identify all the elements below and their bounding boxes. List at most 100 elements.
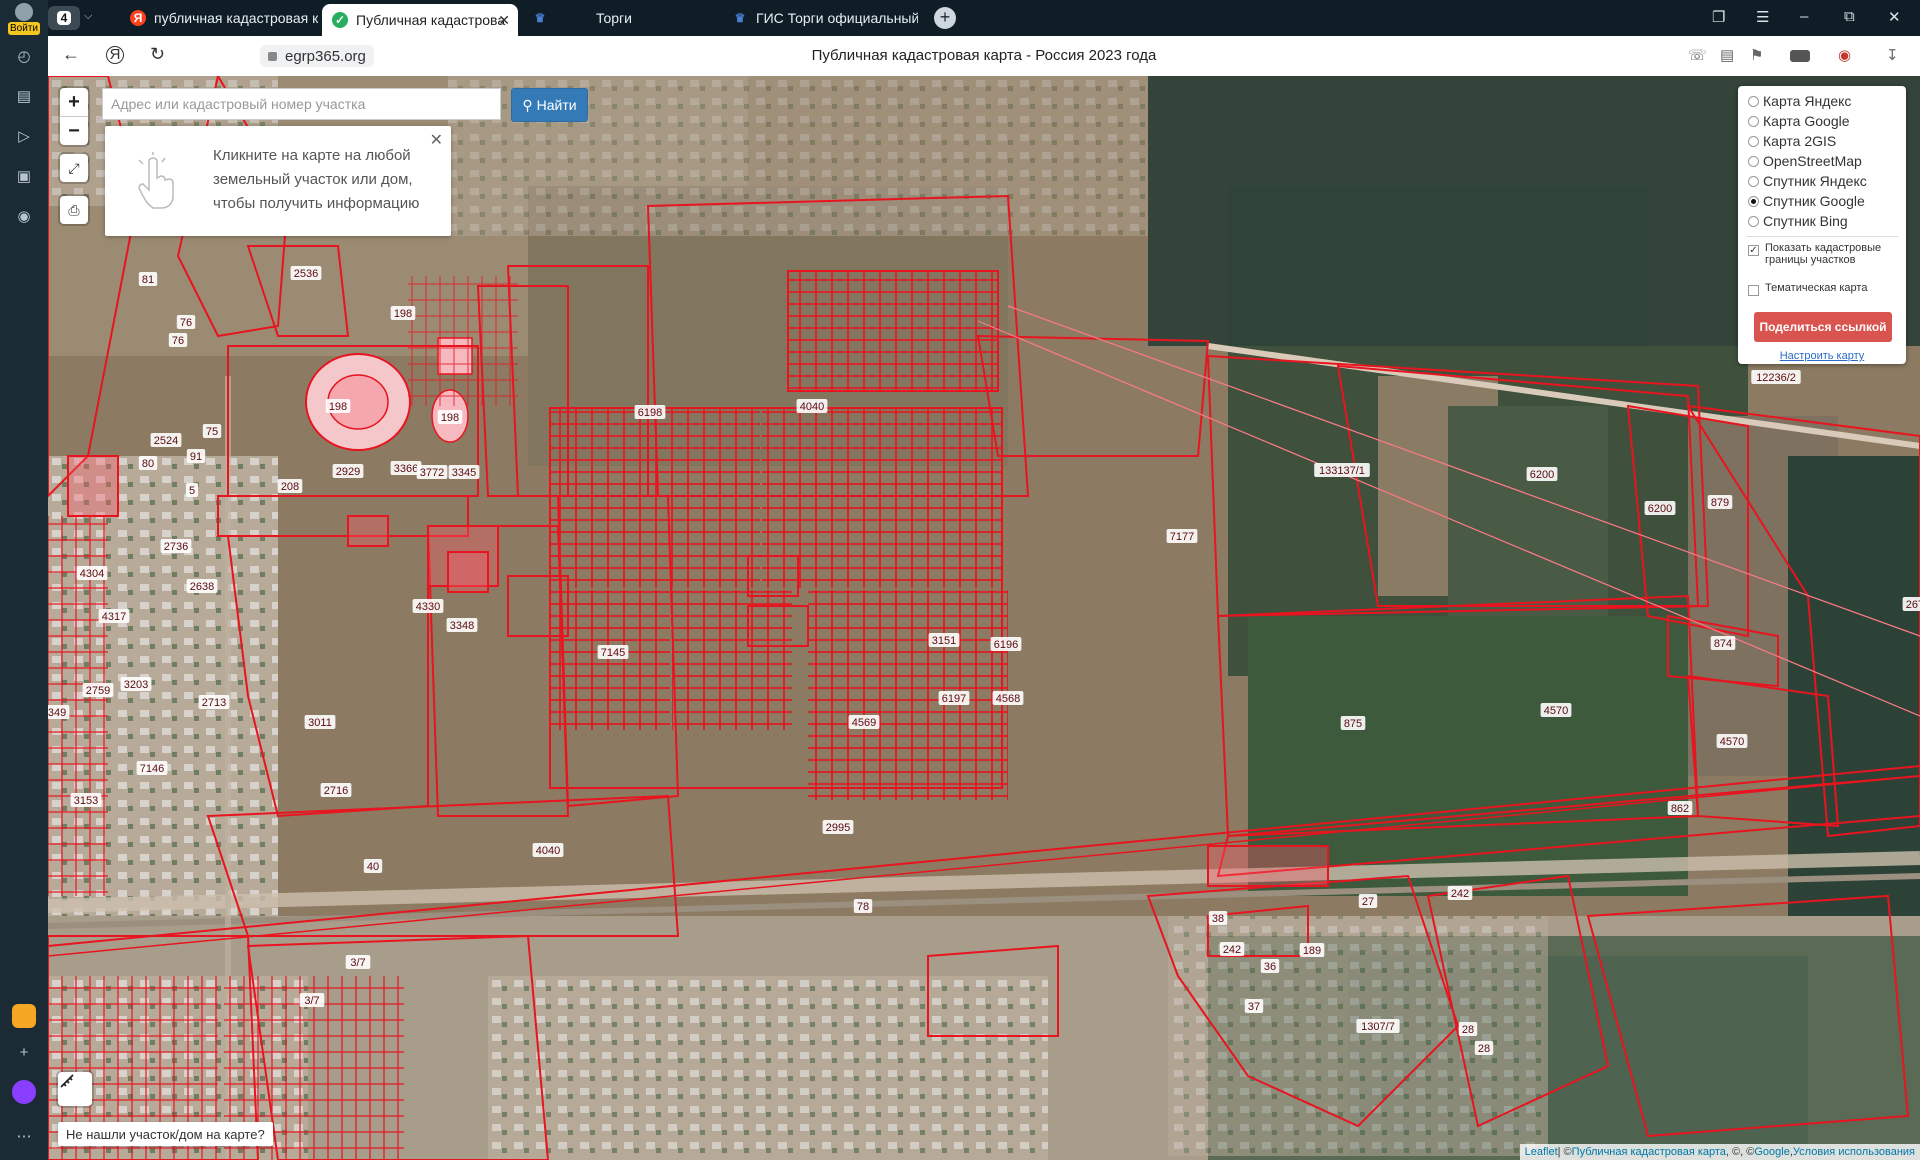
parcel-number-label[interactable]: 3011 [308,717,332,729]
layer-bing-satellite[interactable]: Спутник Bing [1748,212,1848,230]
history-icon[interactable]: ◴ [8,40,40,72]
menu-icon[interactable]: ☰ [1756,8,1769,26]
radio-icon[interactable] [1748,155,1759,167]
parcel-number-label[interactable]: 3366 [394,463,418,475]
parcel-number-label[interactable]: 198 [441,412,459,424]
parcel-number-label[interactable]: 38 [1212,913,1224,925]
share-link-button[interactable]: Поделиться ссылкой [1754,312,1892,342]
parcel-number-label[interactable]: 4570 [1720,736,1744,748]
layer-yandex-map[interactable]: Карта Яндекс [1748,92,1851,110]
radio-icon[interactable] [1748,95,1759,107]
parcel-number-label[interactable]: 75 [206,426,218,438]
parcel-number-label[interactable]: 3153 [74,795,98,807]
find-button[interactable]: ⚲ Найти [511,88,588,122]
parcel-number-label[interactable]: 198 [329,401,347,413]
parcel-number-label[interactable]: 2736 [164,541,188,553]
url-field[interactable]: egrp365.org [260,45,374,67]
parcel-number-label[interactable]: 133137/1 [1319,465,1365,477]
parcel-number-label[interactable]: 36 [1264,961,1276,973]
parcel-number-label[interactable]: 4330 [416,601,440,613]
tab-yandex-search[interactable]: Я публичная кадастровая к [120,4,318,32]
map-area[interactable]: 81 2536 76 76 198 198 198 2524 75 91 80 5 208 2929 336… [48,76,1920,1160]
yandex-home-icon[interactable]: Я [106,46,124,64]
satellite-map[interactable]: 81 2536 76 76 198 198 198 2524 75 91 80 5 208 2929 336… [48,76,1920,1160]
parcel-number-label[interactable]: 80 [142,458,154,470]
parcel-number-label[interactable]: 2524 [154,435,178,447]
not-found-link[interactable]: Не нашли участок/дом на карте? [58,1122,273,1146]
parcel-number-label[interactable]: 875 [1344,718,1362,730]
parcel-number-label[interactable]: 6200 [1648,503,1672,515]
parcel-number-label[interactable]: 6197 [942,693,966,705]
parcel-number-label[interactable]: 28 [1462,1024,1474,1036]
parcel-number-label[interactable]: 2638 [190,581,214,593]
parcel-number-label[interactable]: 4570 [1544,705,1568,717]
parcel-number-label[interactable]: 3151 [932,635,956,647]
parcel-number-label[interactable]: 3203 [124,679,148,691]
fullscreen-button[interactable]: ⤢ [60,154,88,182]
more-icon[interactable]: ⋯ [8,1120,40,1152]
parcel-number-label[interactable]: 27 [1362,896,1374,908]
layer-2gis-map[interactable]: Карта 2GIS [1748,132,1836,150]
mail-app-icon[interactable] [12,1004,36,1028]
tab-gis-torgi[interactable]: ♛ ГИС Торги официальный [722,4,918,32]
layer-yandex-satellite[interactable]: Спутник Яндекс [1748,172,1867,190]
print-button[interactable]: ⎙ [60,196,88,224]
collections-icon[interactable]: ▤ [8,80,40,112]
headphones-icon[interactable]: ☏ [1688,46,1707,64]
parcel-number-label[interactable]: 40 [367,861,379,873]
google-link[interactable]: Google [1754,1146,1789,1158]
ruler-icon[interactable] [58,1072,92,1106]
terms-link[interactable]: Условия использования [1793,1146,1915,1158]
add-app-icon[interactable]: + [8,1036,40,1068]
parcel-number-label[interactable]: 3/7 [350,957,365,969]
tab-dropdown-icon[interactable]: ⌵ [84,10,92,23]
alice-assistant-icon[interactable] [12,1080,36,1104]
search-input[interactable] [102,88,501,120]
parcel-number-label[interactable]: 3349 [48,707,66,719]
parcel-number-label[interactable]: 4040 [800,401,824,413]
extension-icon[interactable] [1790,50,1810,62]
parcel-number-label[interactable]: 874 [1714,638,1732,650]
bookmark-icon[interactable]: ⚑ [1750,46,1763,64]
back-icon[interactable]: ← [62,44,80,65]
parcel-number-label[interactable]: 3772 [420,467,444,479]
thematic-map-checkbox[interactable]: Тематическая карта [1748,282,1867,296]
parcel-number-label[interactable]: 91 [190,451,202,463]
parcel-number-label[interactable]: 242 [1223,944,1241,956]
parcel-number-label[interactable]: 2713 [202,697,226,709]
pkk-link[interactable]: Публичная кадастровая карта [1572,1146,1726,1158]
parcel-number-label[interactable]: 12236/2 [1756,372,1796,384]
parcel-number-label[interactable]: 7146 [140,763,164,775]
new-tab-button[interactable]: + [934,7,956,29]
radio-selected-icon[interactable] [1748,195,1759,207]
parcel-number-label[interactable]: 3345 [452,467,476,479]
parcel-number-label[interactable]: 5 [189,485,195,497]
close-hint-icon[interactable]: ✕ [430,130,443,150]
parcel-number-label[interactable]: 81 [142,274,154,286]
checkbox-icon[interactable] [1748,285,1759,296]
parcel-number-label[interactable]: 4040 [536,845,560,857]
zoom-in-button[interactable]: + [60,88,88,116]
layer-google-satellite[interactable]: Спутник Google [1748,192,1865,210]
radio-icon[interactable] [1748,135,1759,147]
reader-icon[interactable]: ▤ [1720,46,1734,64]
parcel-number-label[interactable]: 6196 [994,639,1018,651]
close-tab-icon[interactable]: ✕ [498,12,510,29]
parcel-number-label[interactable]: 7145 [601,647,625,659]
bookmarks-panel-icon[interactable]: ❐ [1712,8,1725,26]
radio-icon[interactable] [1748,175,1759,187]
checkbox-checked-icon[interactable]: ✓ [1748,245,1759,256]
parcel-number-label[interactable]: 2677 [1906,599,1920,611]
restore-icon[interactable]: ⧉ [1844,8,1855,25]
parcel-number-label[interactable]: 7177 [1170,531,1194,543]
radio-icon[interactable] [1748,115,1759,127]
parcel-number-label[interactable]: 198 [394,308,412,320]
tab-torgi[interactable]: ♛ Торги [522,4,718,32]
parcel-number-label[interactable]: 4569 [852,717,876,729]
parcel-number-label[interactable]: 3/7 [304,995,319,1007]
parcel-number-label[interactable]: 2759 [86,685,110,697]
parcel-number-label[interactable]: 6200 [1530,469,1554,481]
parcel-number-label[interactable]: 4304 [80,568,104,580]
parcel-number-label[interactable]: 879 [1711,497,1729,509]
parcel-number-label[interactable]: 2716 [324,785,348,797]
